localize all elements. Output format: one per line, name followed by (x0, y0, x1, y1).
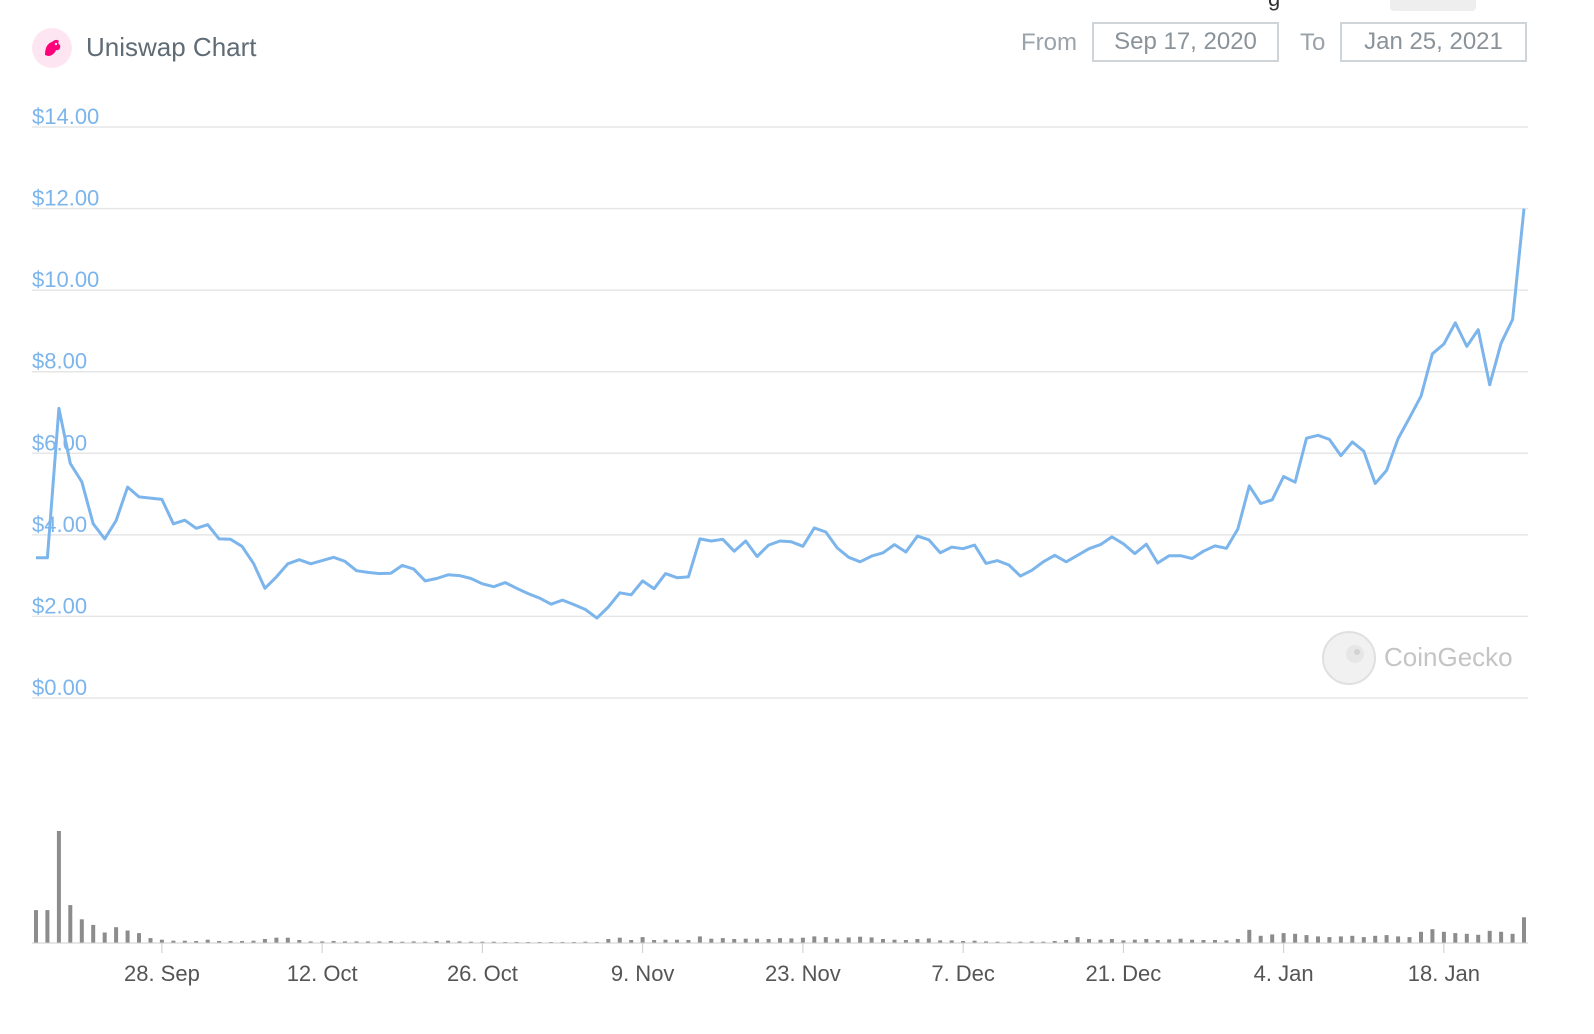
volume-bar (800, 937, 805, 943)
volume-bar (68, 905, 73, 943)
volume-bar (102, 932, 107, 943)
volume-bar (1144, 939, 1149, 943)
volume-bar (858, 936, 863, 943)
volume-bar (697, 936, 702, 943)
y-tick-label: $12.00 (32, 186, 99, 211)
volume-bar (881, 939, 885, 943)
volume-bar (1235, 939, 1240, 943)
volume-bar (743, 938, 748, 943)
volume-bar (1270, 934, 1275, 943)
y-tick-label: $2.00 (32, 593, 87, 618)
volume-bar (1167, 939, 1172, 943)
volume-bar (789, 938, 794, 943)
x-tick-label: 9. Nov (611, 961, 675, 986)
volume-bar (835, 938, 840, 943)
volume-bar (606, 939, 611, 943)
x-tick-label: 4. Jan (1254, 961, 1314, 986)
volume-bar (1109, 939, 1114, 943)
watermark-text: CoinGecko (1384, 642, 1513, 672)
volume-bar (1476, 934, 1481, 943)
volume-bar (1258, 935, 1263, 943)
y-tick-label: $6.00 (32, 430, 87, 455)
volume-bar (823, 937, 828, 943)
volume-bar (640, 937, 645, 943)
volume-bar (1327, 937, 1332, 943)
volume-bar (709, 938, 714, 943)
price-chart[interactable]: $0.00 $2.00 $4.00 $6.00 $8.00 $10.00 $12.00 $14… (0, 0, 1594, 1034)
volume-bar (1419, 931, 1423, 943)
volume-bar (1430, 929, 1435, 943)
volume-bar (262, 939, 267, 943)
y-axis-labels: $0.00 $2.00 $4.00 $6.00 $8.00 $10.00 $12.00 $14… (32, 104, 99, 700)
volume-bar (1075, 937, 1080, 943)
volume-bar (1281, 933, 1286, 943)
x-tick-label: 28. Sep (124, 961, 200, 986)
volume-bar (755, 938, 760, 943)
volume-bar (34, 910, 38, 943)
volume-bar (617, 937, 622, 943)
volume-bar (720, 938, 725, 943)
volume-bar (1293, 933, 1298, 943)
volume-bar (778, 938, 782, 943)
x-tick-label: 7. Dec (931, 961, 995, 986)
volume-bar (285, 937, 290, 943)
y-tick-label: $14.00 (32, 104, 99, 129)
volume-bar (125, 930, 130, 943)
volume-bar (1407, 937, 1412, 943)
volume-bar (114, 927, 119, 943)
x-tick-label: 21. Dec (1085, 961, 1161, 986)
volume-bar (926, 938, 931, 943)
volume-bars (34, 831, 1526, 943)
volume-bar (148, 938, 153, 943)
volume-bar (1499, 931, 1504, 943)
volume-bar (846, 937, 851, 943)
volume-bar (137, 933, 141, 943)
volume-bar (1522, 917, 1526, 943)
y-tick-label: $8.00 (32, 349, 87, 374)
x-tick-label: 12. Oct (287, 961, 358, 986)
x-tick-label: 18. Jan (1408, 961, 1480, 986)
volume-bar (1373, 935, 1378, 943)
volume-bar (274, 937, 279, 943)
volume-bar (1338, 936, 1343, 943)
volume-bar (45, 910, 50, 943)
volume-bar (56, 831, 61, 943)
coingecko-watermark: CoinGecko (1322, 631, 1513, 685)
volume-bar (766, 939, 771, 943)
volume-bar (79, 919, 84, 943)
volume-bar (1510, 933, 1515, 943)
volume-bar (1361, 937, 1366, 943)
volume-bar (732, 939, 737, 943)
volume-bar (1304, 935, 1309, 943)
y-tick-label: $10.00 (32, 267, 99, 292)
gecko-eye-shape (1354, 649, 1360, 655)
volume-bar (1487, 930, 1492, 943)
volume-bar (1087, 939, 1091, 943)
volume-bar (1316, 936, 1320, 943)
volume-bar (1396, 936, 1401, 943)
x-tick-label: 26. Oct (447, 961, 518, 986)
volume-bar (1247, 929, 1252, 943)
volume-bar (915, 939, 920, 943)
y-gridlines (32, 126, 1528, 699)
volume-bar (1350, 935, 1355, 943)
volume-bar (1464, 933, 1469, 943)
x-tick-label: 23. Nov (765, 961, 841, 986)
volume-bar (1441, 931, 1446, 943)
volume-bar (812, 936, 817, 943)
y-tick-label: $4.00 (32, 512, 87, 537)
volume-bar (1384, 935, 1389, 943)
x-axis-labels: 28. Sep 12. Oct 26. Oct 9. Nov 23. Nov 7. Dec… (124, 943, 1480, 986)
volume-bar (869, 937, 874, 943)
y-tick-label: $0.00 (32, 675, 87, 700)
volume-bar (91, 924, 96, 943)
volume-bar (1453, 933, 1458, 943)
price-series-line[interactable] (36, 208, 1526, 620)
volume-bar (1178, 938, 1183, 943)
